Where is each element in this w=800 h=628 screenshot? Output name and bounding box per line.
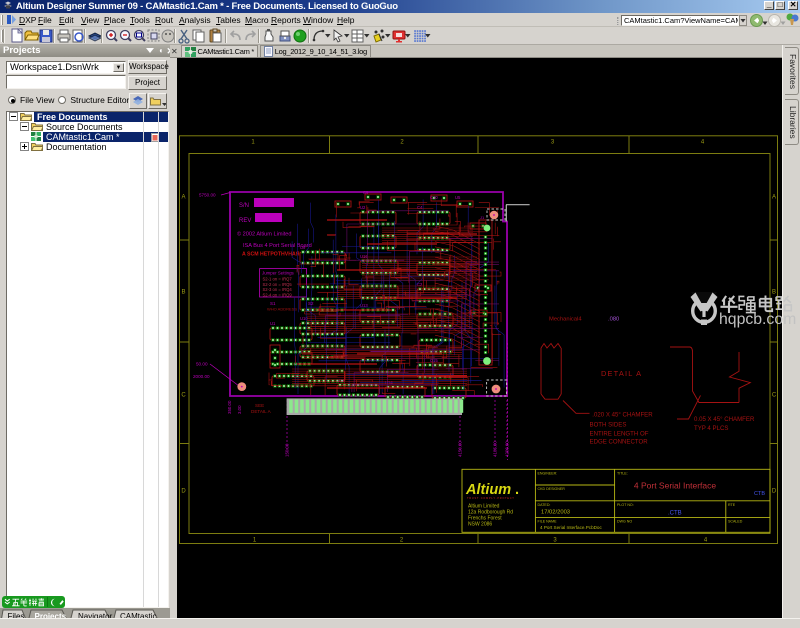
svg-text:PLOT NO:: PLOT NO: — [617, 503, 634, 507]
svg-text:U11: U11 — [337, 378, 345, 383]
svg-text:4 Port Serial Interface: 4 Port Serial Interface — [634, 481, 716, 491]
svg-text:C: C — [181, 393, 186, 399]
svg-text:C9: C9 — [363, 190, 369, 195]
svg-text:ENGINEER:: ENGINEER: — [538, 472, 558, 476]
svg-text:3.00: 3.00 — [237, 405, 242, 414]
svg-text:U9: U9 — [300, 245, 306, 250]
svg-text:4: 4 — [704, 538, 708, 544]
svg-text:S2-2 on = IRQ5: S2-2 on = IRQ5 — [263, 282, 293, 287]
svg-text:17/02/2003: 17/02/2003 — [541, 510, 570, 516]
svg-text:BOTH SIDES: BOTH SIDES — [590, 422, 627, 429]
svg-text:2: 2 — [400, 538, 404, 544]
svg-text:TYP 4 PLCS: TYP 4 PLCS — [694, 425, 728, 432]
svg-text:3: 3 — [551, 140, 555, 146]
svg-text:C10: C10 — [430, 195, 438, 200]
svg-text:U5: U5 — [455, 195, 461, 200]
svg-text:S/N: S/N — [239, 203, 249, 209]
svg-text:U1: U1 — [270, 321, 276, 326]
svg-text:FILE NAME: FILE NAME — [538, 520, 558, 524]
svg-text:Jumper Settings: Jumper Settings — [262, 271, 295, 276]
svg-text:J1: J1 — [480, 215, 485, 220]
svg-text:1: 1 — [253, 538, 257, 544]
svg-text:CTB: CTB — [754, 491, 765, 497]
svg-text:TITLE:: TITLE: — [617, 472, 628, 476]
svg-text:REV: REV — [239, 218, 251, 224]
svg-text:4: 4 — [701, 140, 705, 146]
svg-text:D: D — [181, 489, 186, 495]
svg-text:3: 3 — [553, 538, 557, 544]
svg-text:2: 2 — [400, 140, 404, 146]
svg-text:DWG NO: DWG NO — [617, 520, 632, 524]
svg-text:D: D — [772, 489, 777, 495]
svg-text:A: A — [772, 195, 776, 201]
svg-text:C4: C4 — [417, 205, 423, 210]
svg-text:U2: U2 — [360, 205, 366, 210]
svg-text:© 2002 Altium Limited: © 2002 Altium Limited — [237, 231, 292, 238]
svg-text:DATED:: DATED: — [538, 503, 551, 507]
svg-text:S2-3 on = IRQ4: S2-3 on = IRQ4 — [263, 287, 293, 292]
svg-text:S1: S1 — [270, 301, 276, 306]
svg-text:EDGE CONNECTOR: EDGE CONNECTOR — [590, 439, 649, 446]
svg-text:A SCM HETPOTHVHAЯ: A SCM HETPOTHVHAЯ — [242, 252, 300, 258]
svg-text:C: C — [772, 393, 777, 399]
svg-text:.020 X 45° CHAMFER: .020 X 45° CHAMFER — [592, 412, 653, 419]
svg-text:DETAIL A: DETAIL A — [251, 409, 272, 414]
svg-text:T R U S T · C O M P L Y · P R: T R U S T · C O M P L Y · P R O T E C T — [467, 496, 514, 500]
svg-text:S2-4 on = IRQ9: S2-4 on = IRQ9 — [263, 292, 293, 297]
svg-text:S2-1 on = IRQ7: S2-1 on = IRQ7 — [263, 277, 293, 282]
svg-text:.: . — [515, 482, 519, 498]
svg-text:Altium: Altium — [465, 482, 511, 498]
svg-text:50.00: 50.00 — [196, 362, 208, 367]
svg-text:350.00: 350.00 — [227, 400, 232, 414]
svg-text:NSW 2086: NSW 2086 — [468, 522, 492, 528]
svg-text:ENTIRE LENGTH OF: ENTIRE LENGTH OF — [590, 431, 649, 438]
svg-text:.080: .080 — [608, 317, 619, 323]
svg-text:hqpcb.com: hqpcb.com — [719, 311, 796, 328]
svg-text:RTE: RTE — [728, 503, 736, 507]
svg-text:DETAIL A: DETAIL A — [601, 369, 642, 378]
svg-text:.CTB: .CTB — [668, 511, 682, 517]
svg-text:A: A — [181, 195, 185, 201]
svg-text:5750.00: 5750.00 — [199, 193, 216, 198]
svg-text:1: 1 — [251, 140, 255, 146]
svg-text:SCALED: SCALED — [728, 520, 743, 524]
svg-text:2000.00: 2000.00 — [193, 374, 210, 379]
svg-text:Mechanical4: Mechanical4 — [549, 317, 582, 323]
svg-text:SEE: SEE — [255, 403, 264, 408]
svg-text:0.05 X 45° CHAMFER: 0.05 X 45° CHAMFER — [694, 416, 755, 423]
svg-text:4 Port Serial Interface.PcbDoc: 4 Port Serial Interface.PcbDoc — [540, 525, 602, 530]
svg-text:CKD DESIGNER: CKD DESIGNER — [538, 487, 566, 491]
svg-text:WHO ADDRESS: WHO ADDRESS — [267, 307, 297, 312]
svg-text:B: B — [181, 290, 185, 296]
